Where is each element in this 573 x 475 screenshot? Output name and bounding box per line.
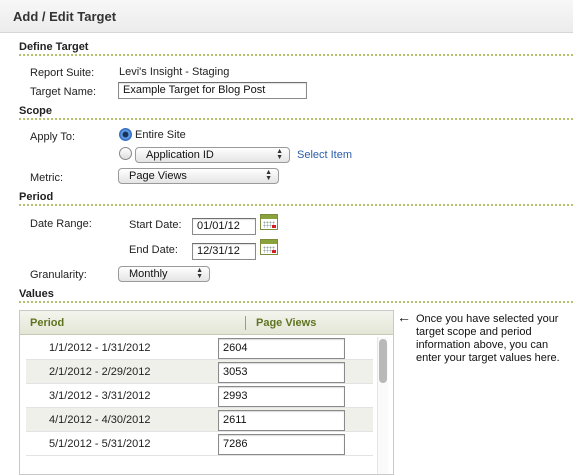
table-row: 5/1/2012 - 5/31/2012 7286 [26,432,373,456]
application-id-select-label: Application ID [146,149,214,161]
section-divider [19,301,573,303]
page-views-input[interactable]: 3053 [218,362,345,383]
metric-select[interactable]: Page Views ▲ ▼ [118,168,279,184]
grid-header: Period Page Views [20,311,393,335]
row-period: 5/1/2012 - 5/31/2012 [49,438,151,450]
granularity-select[interactable]: Monthly ▲ ▼ [118,266,210,282]
section-divider [19,204,573,206]
section-define-target: Define Target [19,41,89,53]
scrollbar-thumb[interactable] [379,339,387,383]
section-period: Period [19,191,54,203]
page-views-input[interactable]: 2993 [218,386,345,407]
page-views-input[interactable]: 7286 [218,434,345,455]
left-arrow-icon: ← [397,309,411,325]
application-id-radio[interactable] [119,147,132,160]
start-date-calendar-icon[interactable] [260,214,278,230]
row-period: 3/1/2012 - 3/31/2012 [49,390,151,402]
values-grid: Period Page Views 1/1/2012 - 1/31/2012 2… [19,310,394,475]
end-date-calendar-icon[interactable] [260,239,278,255]
table-row: 3/1/2012 - 3/31/2012 2993 [26,384,373,408]
values-hint-text: Once you have selected your target scope… [416,313,560,364]
granularity-label: Granularity: [30,269,87,281]
column-header-period[interactable]: Period [30,317,64,329]
select-item-link[interactable]: Select Item [297,149,352,161]
row-period: 2/1/2012 - 2/29/2012 [49,366,151,378]
table-row: 2/1/2012 - 2/29/2012 3053 [26,360,373,384]
target-name-label: Target Name: [30,86,97,98]
page-views-input[interactable]: 2604 [218,338,345,359]
column-header-page-views[interactable]: Page Views [256,317,316,329]
apply-to-label: Apply To: [30,131,76,143]
report-suite-label: Report Suite: [30,67,95,79]
section-divider [19,118,573,120]
granularity-select-label: Monthly [129,268,168,280]
date-range-label: Date Range: [30,218,92,230]
select-arrows-icon: ▲ ▼ [196,267,203,280]
report-suite-value: Levi's Insight - Staging [119,66,230,78]
entire-site-radio[interactable] [119,128,132,141]
page-views-input[interactable]: 2611 [218,410,345,431]
start-date-label: Start Date: [129,219,182,231]
row-period: 4/1/2012 - 4/30/2012 [49,414,151,426]
target-name-input[interactable]: Example Target for Blog Post [118,82,307,99]
column-separator [245,316,246,330]
table-row: 4/1/2012 - 4/30/2012 2611 [26,408,373,432]
start-date-input[interactable]: 01/01/12 [192,218,256,235]
section-scope: Scope [19,105,53,117]
dialog-title: Add / Edit Target [13,9,117,24]
section-values: Values [19,288,54,300]
end-date-label: End Date: [129,244,178,256]
vertical-scrollbar[interactable] [377,337,388,474]
select-arrows-icon: ▲ ▼ [265,169,272,182]
row-period: 1/1/2012 - 1/31/2012 [49,342,151,354]
metric-select-label: Page Views [129,170,187,182]
dialog-header: Add / Edit Target [0,0,573,33]
select-arrows-icon: ▲ ▼ [276,148,283,161]
metric-label: Metric: [30,172,63,184]
end-date-input[interactable]: 12/31/12 [192,243,256,260]
section-divider [19,54,573,56]
application-id-select[interactable]: Application ID ▲ ▼ [135,147,290,163]
entire-site-label[interactable]: Entire Site [135,129,186,141]
table-row: 1/1/2012 - 1/31/2012 2604 [26,336,373,360]
